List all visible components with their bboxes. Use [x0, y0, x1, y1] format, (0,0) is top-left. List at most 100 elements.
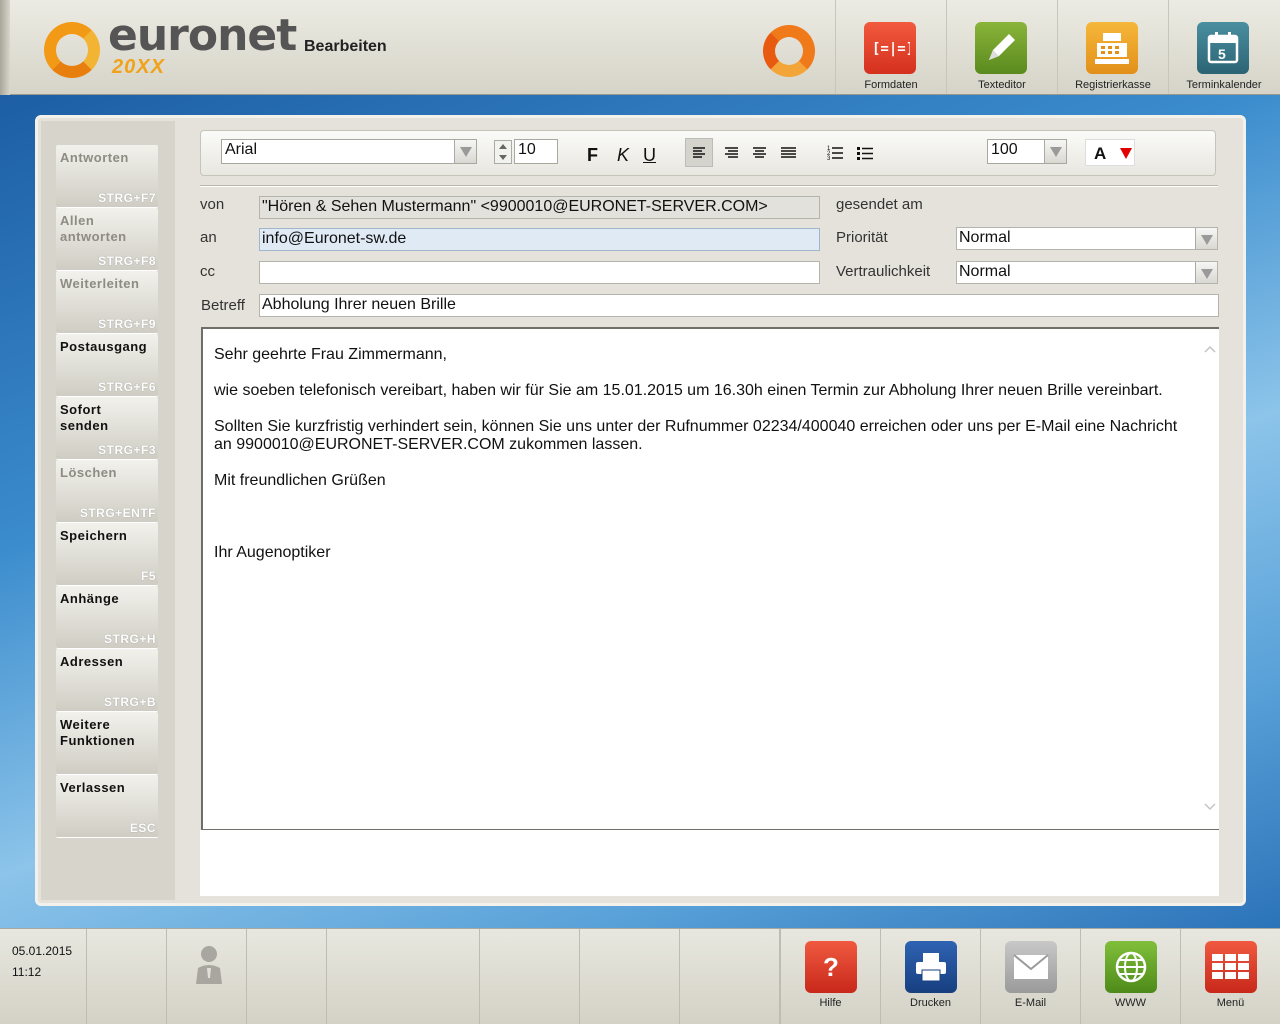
logo-text: euronet [108, 10, 297, 61]
size-stepper[interactable] [494, 140, 512, 164]
divider [200, 185, 1218, 187]
sidebar-item-shortcut: STRG+F8 [98, 254, 156, 268]
page-title: Bearbeiten [304, 38, 387, 55]
cc-field[interactable] [259, 261, 820, 284]
font-size-input[interactable]: 10 [514, 139, 558, 164]
sidebar-item-shortcut: STRG+B [103, 695, 156, 709]
euronet-logo-icon [44, 22, 100, 78]
bullet-list-icon[interactable] [853, 139, 877, 166]
betreff-value: Abholung Ihrer neuen Brille [262, 296, 456, 313]
align-left-button[interactable] [685, 138, 713, 167]
align-justify-icon[interactable] [776, 139, 802, 166]
user-cell[interactable] [167, 929, 247, 1024]
sidebar-item-shortcut: STRG+ENTF [79, 506, 156, 520]
chevron-down-icon[interactable] [1195, 262, 1217, 283]
scroll-up-icon[interactable] [1203, 343, 1217, 355]
pencil-icon [975, 22, 1027, 74]
texteditor-button[interactable]: Texteditor [946, 0, 1057, 94]
sidebar-item-shortcut: STRG+F6 [98, 380, 156, 394]
registrierkasse-button[interactable]: Registrierkasse [1057, 0, 1168, 94]
underline-button[interactable]: U [643, 145, 656, 166]
sidebar-item-label: Adressen [60, 654, 124, 669]
italic-button[interactable]: K [617, 145, 629, 166]
sidebar-item-label: Allen antworten [60, 213, 127, 244]
message-body-editor[interactable]: Sehr geehrte Frau Zimmermann, wie soeben… [201, 327, 1219, 831]
font-select[interactable]: Arial [221, 139, 477, 164]
cc-label: cc [200, 263, 215, 280]
prioritaet-value: Normal [959, 229, 1011, 246]
bold-button[interactable]: F [587, 145, 598, 166]
sidebar-item-label: Löschen [60, 465, 117, 480]
stepper-down-icon[interactable] [499, 155, 507, 160]
status-cell [327, 929, 480, 1024]
prioritaet-select[interactable]: Normal [956, 227, 1218, 250]
sidebar-item-weiterleiten[interactable]: Weiterleiten STRG+F9 [56, 271, 158, 334]
an-field[interactable]: info@Euronet-sw.de [259, 228, 820, 251]
zoom-select[interactable]: 100 [987, 139, 1067, 164]
status-cell [680, 929, 780, 1024]
top-bar: euronet 20XX Bearbeiten [=|=] Formdaten … [0, 0, 1280, 95]
drucken-label: Drucken [910, 997, 951, 1009]
sidebar-item-sofort-senden[interactable]: Sofort senden STRG+F3 [56, 397, 158, 460]
align-right-icon[interactable] [719, 139, 745, 166]
formdaten-label: Formdaten [864, 79, 918, 91]
attachment-area [200, 830, 1219, 896]
sidebar-item-shortcut: STRG+F7 [98, 191, 156, 205]
sidebar-item-verlassen[interactable]: Verlassen ESC [56, 775, 158, 838]
scroll-down-icon[interactable] [1203, 801, 1217, 813]
chevron-down-icon[interactable] [1195, 228, 1217, 249]
texteditor-label: Texteditor [978, 79, 1026, 91]
terminkalender-button[interactable]: 5 Terminkalender [1168, 0, 1279, 94]
chevron-down-icon[interactable] [1044, 140, 1066, 163]
vertraulichkeit-label: Vertraulichkeit [836, 263, 931, 280]
betreff-field[interactable]: Abholung Ihrer neuen Brille [259, 294, 1219, 317]
sidebar-item-loeschen[interactable]: Löschen STRG+ENTF [56, 460, 158, 523]
www-button[interactable]: WWW [1080, 929, 1180, 1024]
align-left-icon [693, 147, 705, 158]
text-color-button[interactable]: A [1085, 139, 1135, 166]
sidebar-item-label: Anhänge [60, 591, 120, 606]
status-cell [87, 929, 167, 1024]
sidebar-item-antworten[interactable]: Antworten STRG+F7 [56, 145, 158, 208]
align-center-icon[interactable] [747, 139, 773, 166]
menue-button[interactable]: Menü [1180, 929, 1280, 1024]
message-body-text: Sehr geehrte Frau Zimmermann, wie soeben… [214, 346, 1194, 580]
sidebar-item-speichern[interactable]: Speichern F5 [56, 523, 158, 586]
user-icon [196, 946, 222, 984]
sidebar-item-shortcut: F5 [140, 569, 156, 583]
registrierkasse-label: Registrierkasse [1075, 79, 1151, 91]
sidebar-item-postausgang[interactable]: Postausgang STRG+F6 [56, 334, 158, 397]
email-button[interactable]: E-Mail [980, 929, 1080, 1024]
von-label: von [200, 196, 225, 213]
sidebar-item-shortcut: STRG+H [103, 632, 156, 646]
vertraulichkeit-select[interactable]: Normal [956, 261, 1218, 284]
prioritaet-label: Priorität [836, 229, 888, 246]
top-bar-edge [0, 0, 10, 95]
body-paragraph: Ihr Augenoptiker [214, 544, 331, 561]
sidebar-item-weitere-funktionen[interactable]: Weitere Funktionen [56, 712, 158, 775]
drucken-button[interactable]: Drucken [880, 929, 980, 1024]
an-value: info@Euronet-sw.de [262, 230, 407, 247]
numbered-list-icon[interactable]: 123 [824, 139, 848, 166]
color-dropdown-icon[interactable] [1120, 148, 1132, 159]
svg-text:[=|=]: [=|=] [872, 41, 910, 57]
chevron-down-icon[interactable] [454, 140, 476, 163]
sidebar-item-anhaenge[interactable]: Anhänge STRG+H [56, 586, 158, 649]
datetime-cell: 05.01.2015 11:12 [0, 929, 87, 1024]
sidebar-item-label: Postausgang [60, 339, 148, 354]
sidebar-item-label: Weiterleiten [60, 276, 140, 291]
globe-icon [1105, 941, 1157, 993]
sidebar-item-shortcut: ESC [129, 821, 156, 835]
sidebar-item-shortcut: STRG+F3 [98, 443, 156, 457]
sidebar-buttons: Antworten STRG+F7 Allen antworten STRG+F8 … [56, 145, 158, 838]
text-color-label: A [1094, 144, 1107, 163]
hilfe-button[interactable]: ? Hilfe [780, 929, 880, 1024]
help-icon: ? [805, 941, 857, 993]
stepper-up-icon[interactable] [499, 144, 507, 149]
sidebar-item-adressen[interactable]: Adressen STRG+B [56, 649, 158, 712]
printer-icon [905, 941, 957, 993]
von-field: "Hören & Sehen Mustermann" <9900010@EURO… [259, 196, 820, 219]
sidebar-item-allen-antworten[interactable]: Allen antworten STRG+F8 [56, 208, 158, 271]
formdaten-button[interactable]: [=|=] Formdaten [835, 0, 946, 94]
body-paragraph: Sehr geehrte Frau Zimmermann, [214, 346, 447, 363]
